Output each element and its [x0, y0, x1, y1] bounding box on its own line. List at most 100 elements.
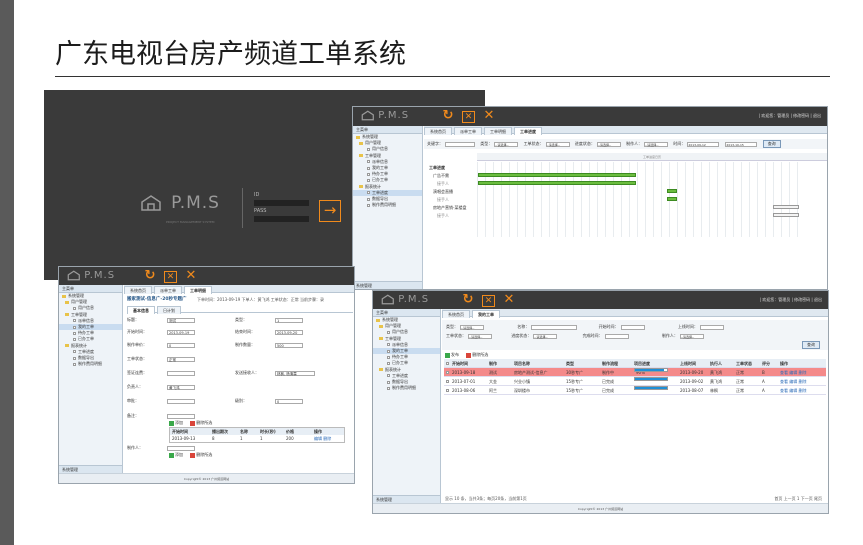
sidebar-footer[interactable]: 系统管理 [373, 495, 440, 503]
orders-cell-ops[interactable]: 查看 编辑 删除 [780, 377, 807, 386]
form-field-input[interactable]: 1 [275, 317, 303, 323]
order-status-select[interactable]: --请选择-- [468, 333, 492, 339]
row-checkbox[interactable] [446, 389, 449, 392]
progress-status-select[interactable]: --请选择-- [533, 333, 558, 339]
start-input[interactable] [620, 324, 645, 330]
form-field-input[interactable] [167, 445, 195, 451]
date-from-input[interactable]: 2013-09-12 [687, 141, 720, 147]
gantt-logo: P.M.S [361, 110, 409, 121]
orders-row[interactable]: 2013-09-18 测试 房地产测试-信息广 30秒专广 制作中 90% 2013-09-… [444, 368, 826, 377]
pager-nav[interactable]: 首页 上一页 1 下一页 尾页 [774, 496, 822, 502]
orders-cell-name[interactable]: 兴业小镇 [514, 377, 530, 386]
schedule-col-header: 名称 [240, 429, 248, 434]
pass-input[interactable] [254, 216, 309, 222]
exit-icon[interactable]: ✕ [502, 293, 516, 307]
progress-status-select[interactable]: --请选择-- [596, 141, 621, 147]
row-checkbox[interactable] [446, 380, 449, 383]
gantt-bar[interactable] [478, 181, 636, 185]
orders-row[interactable]: 2013-08-06 阿兰 深圳楼市 15秒专广 已完成 2013-08-07 林枫 正常 A 查… [444, 386, 826, 395]
tab-dispatch[interactable]: 派单工单 [454, 127, 482, 135]
form-field-input[interactable]: 2013-09-20 [275, 329, 303, 335]
finish-input[interactable] [604, 333, 629, 339]
orders-cell-ops[interactable]: 查看 编辑 删除 [780, 386, 807, 395]
search-button[interactable]: 查询 [762, 140, 781, 148]
gantt-bar-empty[interactable] [773, 213, 799, 217]
refresh-icon[interactable]: ↻ [461, 293, 475, 307]
form-field-input[interactable]: 测试 [167, 317, 195, 323]
close-window-icon[interactable]: ✕ [164, 271, 177, 283]
maker-select[interactable]: --请选择-- [644, 141, 669, 147]
tab-home[interactable]: 系统首页 [124, 286, 152, 294]
orders-cell-ops[interactable]: 查看 编辑 删除 [780, 368, 807, 377]
search-button[interactable]: 查询 [802, 341, 820, 349]
form-field-input[interactable]: 2013-09-19 [167, 329, 195, 335]
page-icon [73, 306, 76, 310]
date-to-input[interactable]: 2013-10-15 [725, 141, 758, 147]
tab-dispatch[interactable]: 派单工单 [154, 286, 182, 294]
tab-progress[interactable]: 工单进度 [514, 127, 542, 135]
maker-select[interactable]: --请选择-- [679, 333, 704, 339]
exit-icon[interactable]: ✕ [184, 269, 198, 283]
gantt-bar-empty[interactable] [773, 205, 799, 209]
online-input[interactable] [699, 324, 724, 330]
gantt-bar[interactable] [478, 173, 636, 177]
form-field-input[interactable]: 黄飞鸿 [167, 384, 195, 390]
close-window-icon[interactable]: ✕ [482, 295, 495, 307]
form-field: 工单状态： 正常 [127, 356, 195, 362]
schedule-cell[interactable]: 编辑 删除 [312, 435, 342, 442]
keyword-input[interactable] [445, 141, 475, 147]
add-button[interactable]: 添加 [169, 452, 183, 458]
order-status-select[interactable]: --请选择-- [545, 141, 570, 147]
form-field-input[interactable]: 500 [275, 342, 303, 348]
login-submit-button[interactable]: → [319, 200, 341, 222]
orders-row[interactable]: 2013-07-01 大金 兴业小镇 15秒专广 已完成 2013-09-02 黄飞鸿 正常 A… [444, 377, 826, 386]
tab-detail[interactable]: 工单明细 [484, 127, 512, 135]
orders-cell-name[interactable]: 房地产测试-信息广 [514, 368, 547, 377]
form-field-input[interactable] [167, 413, 195, 419]
tab-home[interactable]: 系统首页 [442, 310, 470, 318]
page-icon [367, 191, 370, 195]
sidebar-item[interactable]: 制作费用明细 [59, 361, 122, 367]
sidebar-item[interactable]: 制作费用明细 [353, 202, 422, 208]
user-links[interactable]: | 欢迎您：管理员 | 修改密码 | 退出 [760, 297, 822, 303]
publish-button[interactable]: 发布 [445, 352, 459, 358]
delete-selected-button[interactable]: 删除所选 [190, 420, 212, 426]
form-field-input[interactable] [167, 370, 195, 376]
form-field-input[interactable]: 林枫, 杨清霖 [275, 370, 315, 376]
orders-cell-type: 15秒专广 [566, 388, 584, 393]
add-button[interactable]: 添加 [169, 420, 183, 426]
select-all-checkbox[interactable] [446, 362, 449, 365]
form-field-input[interactable]: 0 [275, 398, 303, 404]
list-filter: 类型： --请选择-- 名称： 开始时间： 上线时间： 工单状态： --请选择-- … [442, 320, 828, 350]
form-field-input[interactable] [167, 398, 195, 404]
row-checkbox[interactable] [446, 371, 449, 374]
sidebar-footer[interactable]: 系统管理 [59, 465, 122, 473]
exit-icon[interactable]: ✕ [482, 109, 496, 123]
form-field-input[interactable]: 正常 [167, 356, 195, 362]
tab-home[interactable]: 系统首页 [424, 127, 452, 135]
subtab-basic[interactable]: 基本信息 [127, 306, 155, 314]
user-links[interactable]: | 欢迎您：管理员 | 修改密码 | 退出 [759, 113, 821, 119]
gantt-bar[interactable] [667, 197, 677, 201]
refresh-icon[interactable]: ↻ [441, 109, 455, 123]
subtab-plan[interactable]: 日计划 [157, 306, 181, 314]
schedule-row[interactable]: 2013-09-13 8 1 1 200 编辑 删除 [170, 435, 344, 442]
type-select[interactable]: --请选择-- [494, 141, 519, 147]
tab-detail[interactable]: 工单明细 [184, 286, 212, 294]
name-input[interactable] [531, 324, 578, 330]
id-input[interactable] [254, 200, 309, 206]
orders-cell-name[interactable]: 深圳楼市 [514, 386, 530, 395]
online-label: 上线时间： [677, 324, 698, 329]
delete-selected-button[interactable]: 删除所选 [190, 452, 212, 458]
refresh-icon[interactable]: ↻ [143, 269, 157, 283]
sidebar-item[interactable]: 制作费用明细 [373, 385, 440, 391]
sidebar-footer[interactable]: 系统管理 [353, 281, 422, 289]
delete-selected-button[interactable]: 删除所选 [466, 352, 488, 358]
close-window-icon[interactable]: ✕ [462, 111, 475, 123]
page-icon [387, 374, 390, 378]
orders-col-header: 执行人 [710, 361, 722, 366]
type-select[interactable]: --请选择-- [460, 324, 484, 330]
tab-my-orders[interactable]: 我的工单 [472, 310, 500, 318]
gantt-bar[interactable] [667, 189, 677, 193]
form-field-input[interactable]: 0 [167, 342, 195, 348]
